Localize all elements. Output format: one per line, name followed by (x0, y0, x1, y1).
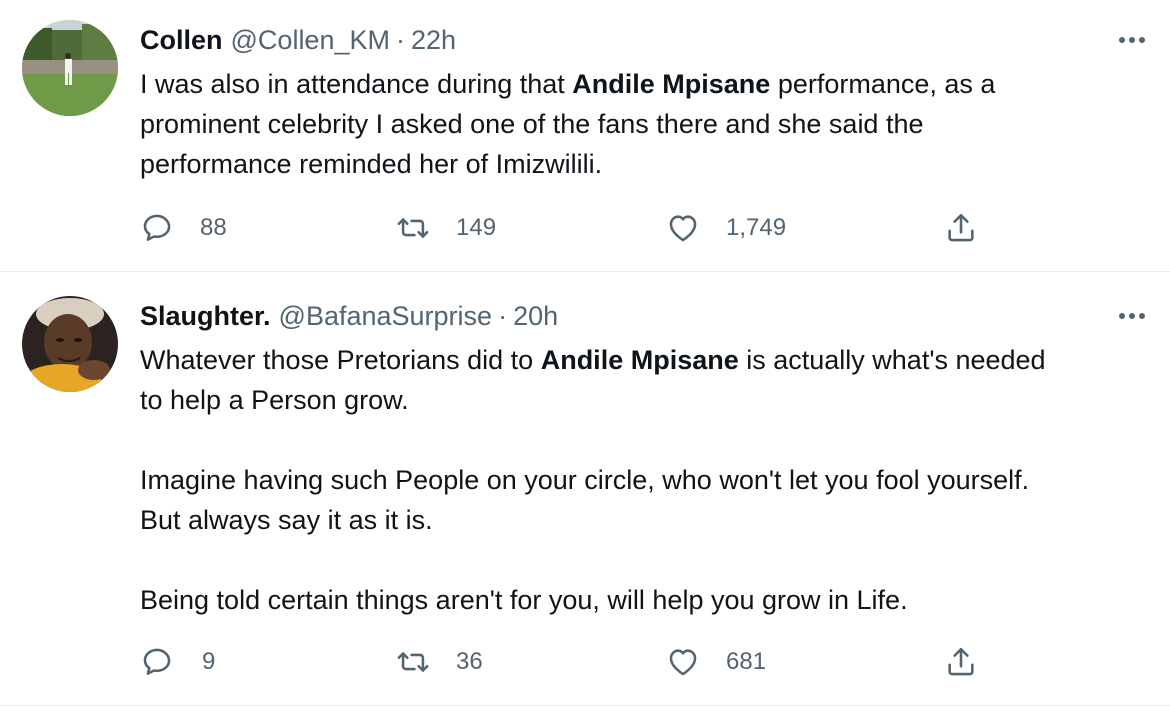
more-horizontal-icon (1119, 37, 1145, 43)
display-name[interactable]: Slaughter. (140, 301, 271, 332)
display-name[interactable]: Collen (140, 25, 223, 56)
heart-icon (669, 649, 697, 676)
share-icon (948, 647, 974, 676)
tweet-text: Whatever those Pretorians did to Andile … (140, 340, 1150, 620)
like-count: 1,749 (726, 214, 787, 241)
tweet-text-segment: is actually what's needed to help a Pers… (140, 345, 1046, 615)
share-button[interactable] (944, 642, 978, 682)
retweet-icon (397, 218, 429, 238)
tweet-header: Slaughter. @BafanaSurprise · 20h (140, 296, 1130, 336)
avatar-photo-outdoor (22, 20, 118, 116)
more-options-button[interactable] (1112, 306, 1152, 326)
retweet-count: 149 (456, 214, 497, 241)
user-handle[interactable]: @BafanaSurprise (279, 301, 493, 332)
retweet-count: 36 (456, 648, 483, 675)
timestamp[interactable]: 22h (411, 25, 456, 56)
tweet-text-segment: Whatever those Pretorians did to (140, 345, 541, 375)
avatar[interactable] (22, 296, 118, 392)
reply-button[interactable]: 88 (140, 208, 227, 248)
more-horizontal-icon (1119, 313, 1145, 319)
retweet-button[interactable]: 36 (396, 642, 483, 682)
timestamp[interactable]: 20h (513, 301, 558, 332)
tweet-text-segment: I was also in attendance during that (140, 69, 573, 99)
tweet-actions: 9 36 681 (140, 642, 1040, 682)
user-handle[interactable]: @Collen_KM (231, 25, 390, 56)
separator-dot: · (395, 24, 405, 55)
avatar-photo-portrait (22, 296, 118, 392)
share-icon (948, 213, 974, 242)
reply-icon (143, 648, 171, 675)
reply-count: 88 (200, 214, 227, 241)
reply-icon (143, 214, 171, 241)
reply-button[interactable]: 9 (140, 642, 215, 682)
tweet-text: I was also in attendance during that And… (140, 64, 1150, 184)
retweet-button[interactable]: 149 (396, 208, 496, 248)
share-button[interactable] (944, 208, 978, 248)
like-button[interactable]: 681 (666, 642, 766, 682)
tweet-header: Collen @Collen_KM · 22h (140, 20, 1130, 60)
reply-count: 9 (202, 648, 216, 675)
mention-bold: Andile Mpisane (572, 69, 771, 99)
heart-icon (669, 215, 697, 242)
like-count: 681 (726, 648, 767, 675)
avatar[interactable] (22, 20, 118, 116)
separator-dot: · (498, 300, 508, 331)
like-button[interactable]: 1,749 (666, 208, 786, 248)
more-options-button[interactable] (1112, 30, 1152, 50)
mention-bold: Andile Mpisane (540, 345, 739, 375)
tweet-slaughter[interactable]: Slaughter. @BafanaSurprise · 20h Whateve… (0, 272, 1170, 706)
tweet-collen[interactable]: Collen @Collen_KM · 22h I was also in at… (0, 0, 1170, 272)
retweet-icon (397, 652, 429, 672)
tweet-actions: 88 149 1,749 (140, 208, 1040, 248)
